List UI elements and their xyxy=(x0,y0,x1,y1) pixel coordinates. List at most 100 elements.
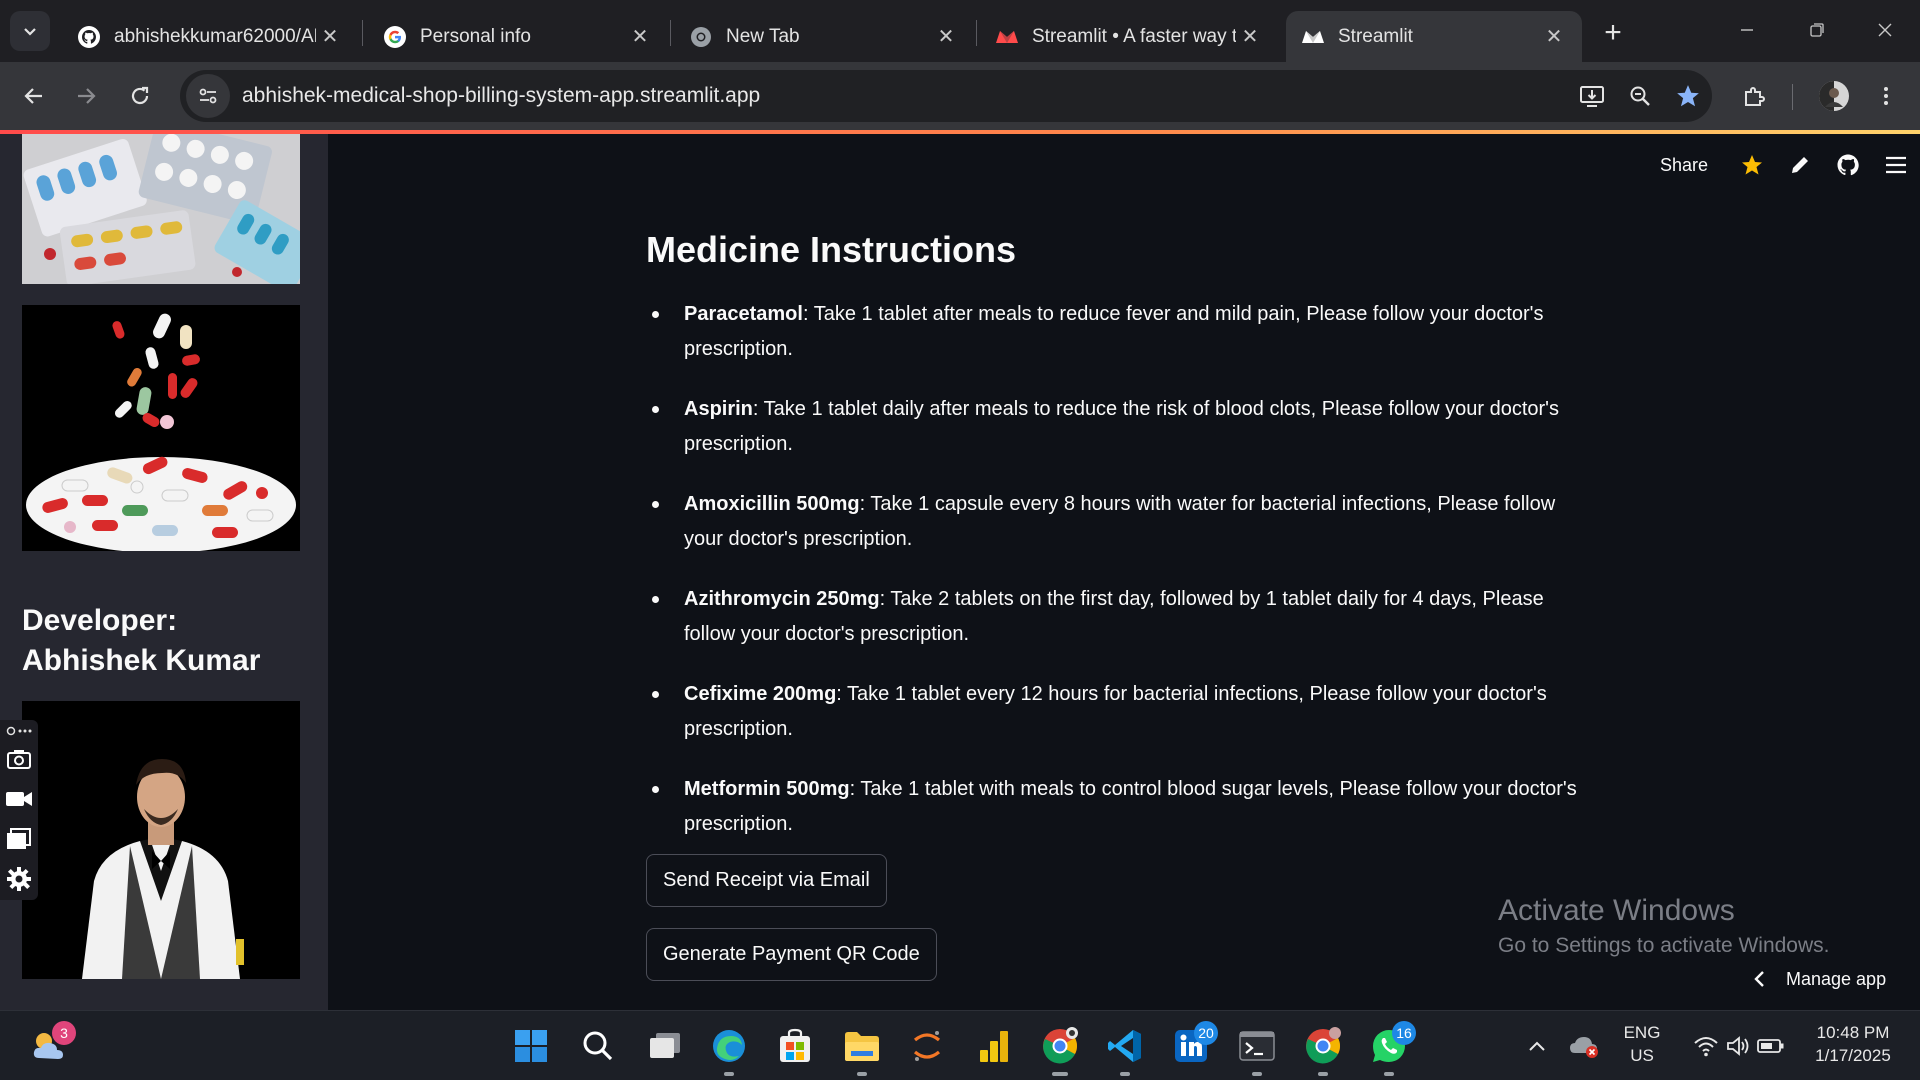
microsoft-store-app[interactable] xyxy=(772,1023,818,1069)
running-indicator xyxy=(1120,1072,1130,1076)
main-content: Share Medicine Instructions Paracetamol:… xyxy=(328,134,1920,1010)
edge-icon xyxy=(713,1030,745,1062)
vscode-app[interactable] xyxy=(1102,1023,1148,1076)
address-bar[interactable]: abhishek-medical-shop-billing-system-app… xyxy=(180,70,1712,122)
task-view-button[interactable] xyxy=(642,1023,688,1069)
reload-button[interactable] xyxy=(120,76,160,116)
tab-github[interactable]: abhishekkumar62000/AB ✕ xyxy=(62,11,358,62)
weather-widget[interactable]: 3 xyxy=(26,1021,76,1069)
tab-separator xyxy=(670,20,671,46)
settings-gear-icon[interactable] xyxy=(4,864,34,894)
linkedin-app[interactable]: 20 xyxy=(1168,1021,1218,1069)
close-icon[interactable]: ✕ xyxy=(316,23,344,51)
forward-button[interactable] xyxy=(66,76,106,116)
edit-pencil-icon[interactable] xyxy=(1776,145,1824,185)
browser-menu-button[interactable] xyxy=(1866,76,1906,116)
edge-app[interactable] xyxy=(706,1023,752,1076)
running-indicator xyxy=(1252,1072,1262,1076)
power-bi-app[interactable] xyxy=(971,1023,1017,1069)
bookmark-star-icon[interactable] xyxy=(1664,74,1712,118)
arrow-right-icon xyxy=(78,88,96,104)
share-button[interactable]: Share xyxy=(1660,155,1708,176)
window-capture-icon[interactable] xyxy=(4,824,34,854)
screen-capture-toolbar xyxy=(0,720,38,900)
running-indicator xyxy=(1384,1072,1394,1076)
link-more-icon[interactable] xyxy=(4,722,34,740)
streamlit-icon xyxy=(1300,24,1326,50)
site-info-icon[interactable] xyxy=(186,74,230,118)
close-icon xyxy=(1878,23,1892,37)
more-vertical-icon xyxy=(1884,87,1888,105)
close-icon[interactable]: ✕ xyxy=(626,23,654,51)
close-icon[interactable]: ✕ xyxy=(1236,23,1264,51)
send-receipt-email-button[interactable]: Send Receipt via Email xyxy=(646,854,887,907)
close-icon[interactable]: ✕ xyxy=(1540,23,1568,51)
new-tab-button[interactable]: + xyxy=(1596,16,1630,50)
url-text: abhishek-medical-shop-billing-system-app… xyxy=(242,84,761,107)
volume-icon xyxy=(1727,1036,1749,1056)
tab-streamlit-active[interactable]: Streamlit ✕ xyxy=(1286,11,1582,62)
profile-avatar-button[interactable] xyxy=(1814,76,1854,116)
power-bi-icon xyxy=(980,1031,1008,1062)
medicine-instruction: : Take 1 tablet after meals to reduce fe… xyxy=(684,303,1544,360)
zoom-icon[interactable] xyxy=(1616,74,1664,118)
chevron-down-icon xyxy=(24,28,36,36)
notification-badge: 3 xyxy=(52,1021,76,1045)
notification-badge: 20 xyxy=(1194,1021,1218,1045)
tab-streamlit-docs[interactable]: Streamlit • A faster way t ✕ xyxy=(980,11,1278,62)
file-explorer-app[interactable] xyxy=(839,1023,885,1076)
onedrive-status[interactable] xyxy=(1566,1023,1602,1069)
reload-icon xyxy=(131,86,149,105)
back-button[interactable] xyxy=(14,76,54,116)
jupyter-icon xyxy=(913,1031,941,1061)
clock[interactable]: 10:48 PM 1/17/2025 xyxy=(1798,1021,1908,1067)
arrow-left-icon xyxy=(24,88,42,104)
terminal-app[interactable] xyxy=(1234,1023,1280,1076)
generate-qr-code-button[interactable]: Generate Payment QR Code xyxy=(646,928,937,981)
language-code: ENG xyxy=(1623,1023,1661,1042)
camera-icon[interactable] xyxy=(4,744,34,774)
tab-personal-info[interactable]: Personal info ✕ xyxy=(368,11,668,62)
windows-taskbar: 3 20 16 ENG US 10:48 PM 1/17/2025 xyxy=(0,1010,1920,1080)
window-close-button[interactable] xyxy=(1862,12,1908,48)
install-app-icon[interactable] xyxy=(1568,74,1616,118)
chrome-app[interactable] xyxy=(1037,1023,1083,1076)
minimize-button[interactable] xyxy=(1724,12,1770,48)
medicine-name: Metformin 500mg xyxy=(684,778,850,800)
battery-icon xyxy=(1757,1039,1784,1053)
video-icon[interactable] xyxy=(4,784,34,814)
quick-settings-button[interactable] xyxy=(1684,1023,1794,1069)
avatar xyxy=(1819,81,1849,111)
restore-icon xyxy=(1810,23,1824,37)
tab-new-tab[interactable]: New Tab ✕ xyxy=(674,11,974,62)
list-item: Aspirin: Take 1 tablet daily after meals… xyxy=(646,392,1586,462)
manage-app-button[interactable]: Manage app xyxy=(1752,964,1886,994)
developer-photo xyxy=(22,701,300,979)
close-icon[interactable]: ✕ xyxy=(932,23,960,51)
show-hidden-icons-button[interactable] xyxy=(1514,1023,1560,1069)
whatsapp-app[interactable]: 16 xyxy=(1366,1021,1416,1076)
hamburger-menu-icon[interactable] xyxy=(1872,145,1920,185)
language-indicator[interactable]: ENG US xyxy=(1612,1021,1672,1067)
tab-search-button[interactable] xyxy=(10,11,50,51)
chrome-profile-app[interactable] xyxy=(1300,1023,1346,1076)
start-button[interactable] xyxy=(508,1023,554,1069)
toolbar-divider xyxy=(1792,84,1793,110)
jupyter-app[interactable] xyxy=(904,1023,950,1069)
vscode-icon xyxy=(1108,1030,1141,1062)
star-icon[interactable] xyxy=(1728,145,1776,185)
chevron-up-icon xyxy=(1529,1041,1545,1051)
running-indicator xyxy=(1052,1072,1068,1076)
restore-button[interactable] xyxy=(1794,12,1840,48)
clock-date: 1/17/2025 xyxy=(1815,1046,1891,1065)
activate-windows-subtitle: Go to Settings to activate Windows. xyxy=(1498,934,1830,957)
github-icon[interactable] xyxy=(1824,145,1872,185)
store-icon xyxy=(780,1028,810,1062)
taskbar-search[interactable] xyxy=(575,1023,621,1069)
list-item: Amoxicillin 500mg: Take 1 capsule every … xyxy=(646,487,1586,557)
tab-separator xyxy=(976,20,977,46)
running-indicator xyxy=(1318,1072,1328,1076)
activate-windows-title: Activate Windows xyxy=(1498,894,1735,927)
extensions-button[interactable] xyxy=(1734,76,1774,116)
running-indicator xyxy=(724,1072,734,1076)
